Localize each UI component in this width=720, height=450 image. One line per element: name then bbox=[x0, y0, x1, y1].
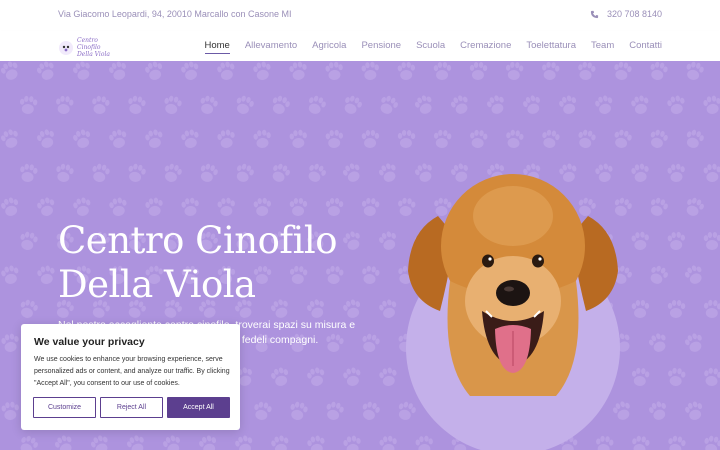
cookie-title: We value your privacy bbox=[34, 336, 145, 348]
nav-pensione[interactable]: Pensione bbox=[361, 40, 401, 54]
logo-text: Centro Cinofilo Della Viola bbox=[77, 37, 110, 58]
main-navbar: Centro Cinofilo Della Viola Home Allevame… bbox=[0, 31, 720, 61]
main-menu: Home Allevamento Agricola Pensione Scuol… bbox=[204, 40, 662, 54]
phone-icon bbox=[590, 10, 599, 18]
nav-contatti[interactable]: Contatti bbox=[629, 40, 662, 54]
hero-dog-image bbox=[400, 161, 626, 450]
top-bar: Via Giacomo Leopardi, 94, 20010 Marcallo… bbox=[0, 0, 720, 32]
nav-scuola[interactable]: Scuola bbox=[416, 40, 445, 54]
hero-title-line1: Centro Cinofilo bbox=[58, 219, 338, 262]
customize-button[interactable]: Customize bbox=[33, 397, 96, 418]
nav-team[interactable]: Team bbox=[591, 40, 614, 54]
nav-allevamento[interactable]: Allevamento bbox=[245, 40, 297, 54]
phone-number[interactable]: 320 708 8140 bbox=[607, 9, 662, 19]
cookie-body: We use cookies to enhance your browsing … bbox=[34, 356, 230, 387]
nav-agricola[interactable]: Agricola bbox=[312, 40, 346, 54]
cookie-consent-banner: We value your privacy We use cookies to … bbox=[21, 324, 240, 430]
phone-link[interactable]: 320 708 8140 bbox=[590, 9, 662, 19]
nav-cremazione[interactable]: Cremazione bbox=[460, 40, 511, 54]
hero-title: Centro Cinofilo Della Viola bbox=[58, 219, 338, 307]
hero-title-line2: Della Viola bbox=[58, 263, 256, 306]
nav-home[interactable]: Home bbox=[204, 40, 230, 54]
nav-toelettatura[interactable]: Toelettatura bbox=[526, 40, 576, 54]
accept-all-button[interactable]: Accept All bbox=[167, 397, 230, 418]
address-text: Via Giacomo Leopardi, 94, 20010 Marcallo… bbox=[58, 9, 292, 19]
cookie-buttons: Customize Reject All Accept All bbox=[33, 397, 230, 418]
reject-all-button[interactable]: Reject All bbox=[100, 397, 163, 418]
site-logo[interactable]: Centro Cinofilo Della Viola bbox=[58, 37, 117, 58]
dog-logo-icon bbox=[59, 40, 73, 55]
golden-retriever-illustration bbox=[408, 174, 618, 396]
